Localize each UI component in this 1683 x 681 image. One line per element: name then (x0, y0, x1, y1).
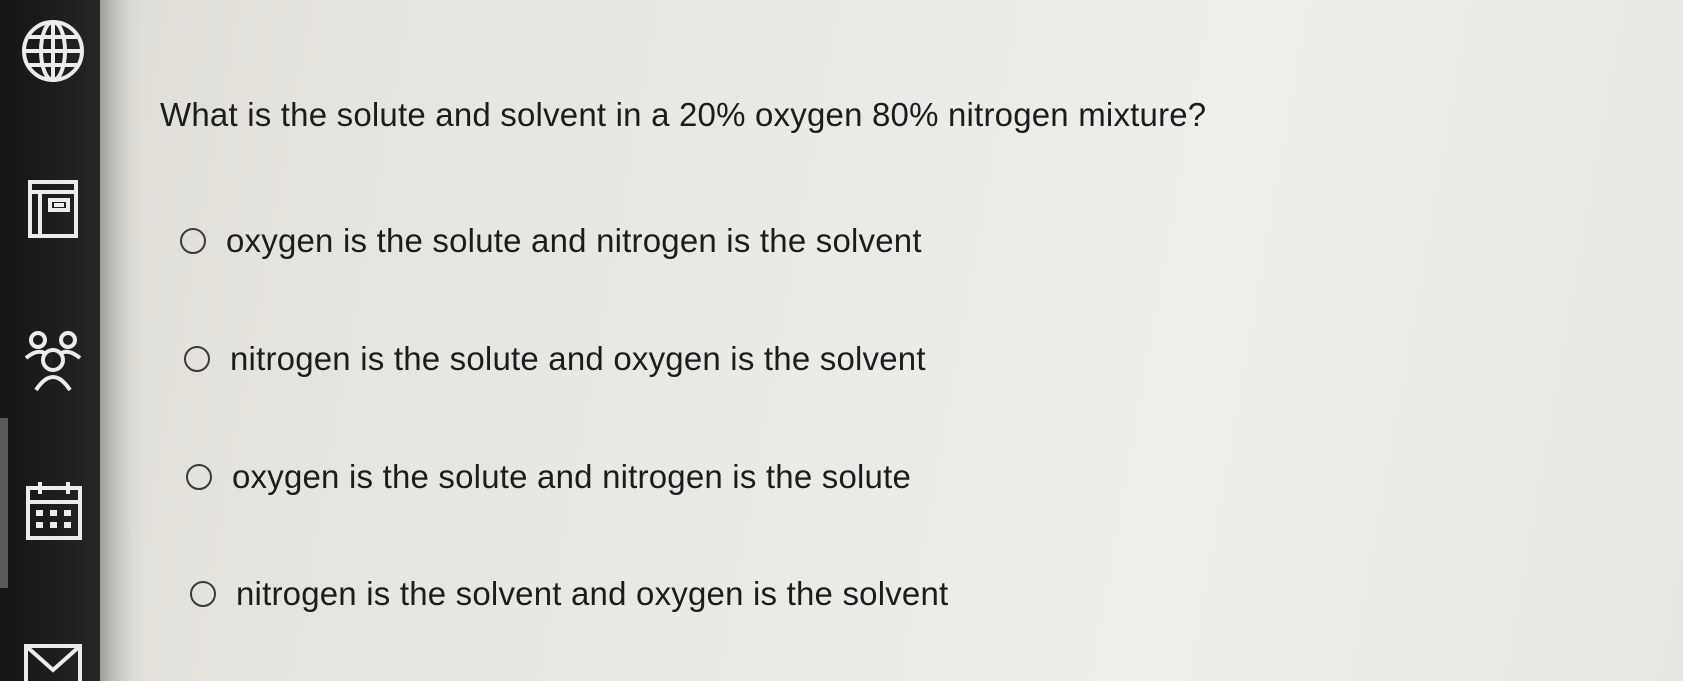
answer-option-label: nitrogen is the solvent and oxygen is th… (236, 575, 949, 612)
sidebar-active-indicator (0, 418, 8, 588)
people-icon[interactable] (20, 328, 86, 394)
answer-option-1[interactable]: oxygen is the solute and nitrogen is the… (180, 222, 922, 260)
answer-option-2[interactable]: nitrogen is the solute and oxygen is the… (184, 340, 926, 378)
radio-button[interactable] (180, 228, 206, 254)
calendar-icon[interactable] (20, 478, 86, 544)
answer-option-4[interactable]: nitrogen is the solvent and oxygen is th… (190, 575, 948, 613)
radio-button[interactable] (186, 464, 212, 490)
sidebar-shadow (100, 0, 146, 681)
answer-option-3[interactable]: oxygen is the solute and nitrogen is the… (186, 458, 911, 496)
mail-icon[interactable] (20, 640, 86, 681)
globe-icon[interactable] (20, 18, 86, 84)
radio-button[interactable] (190, 581, 216, 607)
radio-button[interactable] (184, 346, 210, 372)
book-icon[interactable] (20, 176, 86, 242)
answer-option-label: nitrogen is the solute and oxygen is the… (230, 340, 926, 377)
question-text: What is the solute and solvent in a 20% … (160, 96, 1207, 133)
answer-option-label: oxygen is the solute and nitrogen is the… (232, 458, 912, 495)
page: What is the solute and solvent in a 20% … (0, 0, 1683, 681)
answer-option-label: oxygen is the solute and nitrogen is the… (226, 222, 922, 259)
sidebar (0, 0, 100, 681)
